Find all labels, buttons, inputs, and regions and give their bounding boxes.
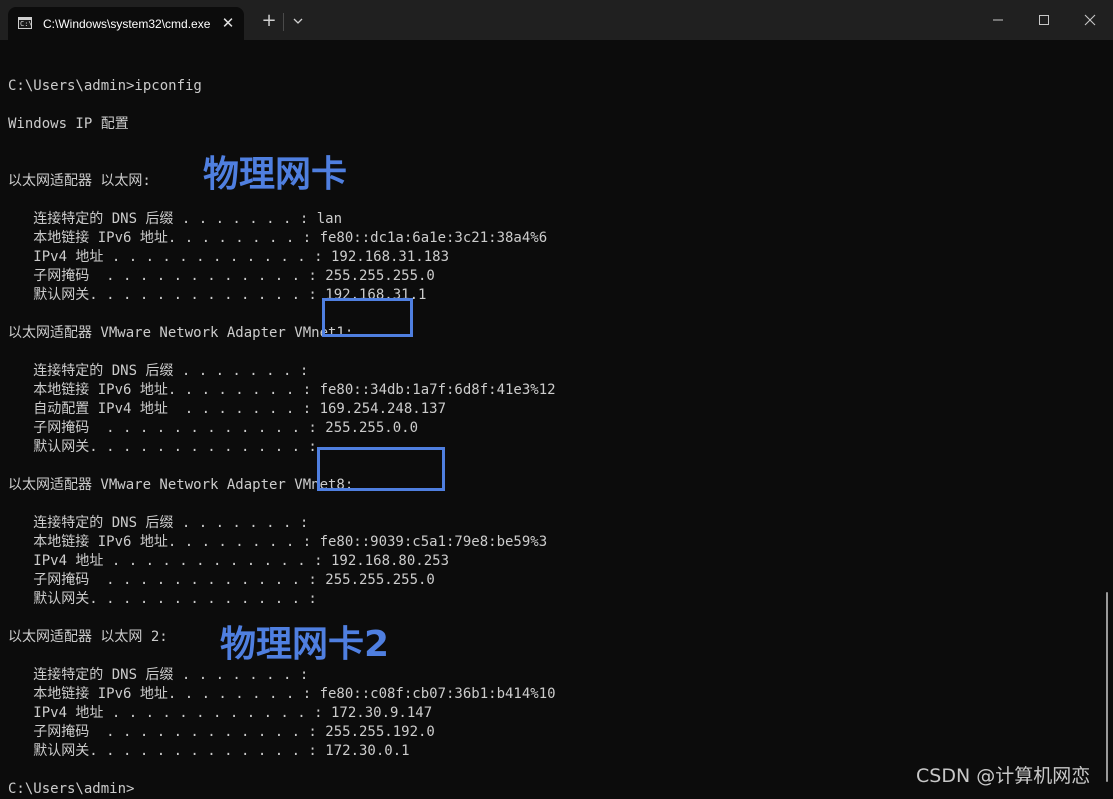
tab-cmd[interactable]: C:\ C:\Windows\system32\cmd.exe ✕ <box>8 7 244 40</box>
terminal-line: IPv4 地址 . . . . . . . . . . . . : 172.30… <box>8 705 433 721</box>
terminal-line: 默认网关. . . . . . . . . . . . . : <box>8 591 317 607</box>
terminal-line: 子网掩码 . . . . . . . . . . . . : 255.255.2… <box>8 572 435 588</box>
terminal-line: 连接特定的 DNS 后缀 . . . . . . . : <box>8 363 309 379</box>
close-window-button[interactable] <box>1072 6 1108 34</box>
minimize-icon <box>993 19 1003 21</box>
tab-dropdown-button[interactable] <box>288 10 308 32</box>
minimize-button[interactable] <box>980 6 1016 34</box>
terminal-line: 以太网适配器 VMware Network Adapter VMnet1: <box>8 325 354 341</box>
scrollbar[interactable] <box>1106 592 1108 782</box>
terminal-line: 子网掩码 . . . . . . . . . . . . : 255.255.0… <box>8 420 419 436</box>
tab-close-button[interactable]: ✕ <box>218 13 238 33</box>
terminal-line: 默认网关. . . . . . . . . . . . . : 172.30.0… <box>8 743 410 759</box>
annotation-box-vmnet8 <box>317 447 445 491</box>
terminal-line: 连接特定的 DNS 后缀 . . . . . . . : <box>8 667 309 683</box>
chevron-down-icon <box>293 18 303 24</box>
terminal-line: 本地链接 IPv6 地址. . . . . . . . : fe80::c08f… <box>8 686 556 702</box>
new-tab-button[interactable]: + <box>258 10 280 32</box>
terminal-line: 连接特定的 DNS 后缀 . . . . . . . : lan <box>8 211 343 227</box>
terminal-line: 自动配置 IPv4 地址 . . . . . . . : 169.254.248… <box>8 401 447 417</box>
annotation-box-vmnet1 <box>322 298 413 337</box>
terminal-line: 本地链接 IPv6 地址. . . . . . . . : fe80::dc1a… <box>8 230 548 246</box>
terminal-line: Windows IP 配置 <box>8 116 129 132</box>
terminal-line: 子网掩码 . . . . . . . . . . . . : 255.255.1… <box>8 724 435 740</box>
terminal-line: 本地链接 IPv6 地址. . . . . . . . : fe80::9039… <box>8 534 548 550</box>
tab-title: C:\Windows\system32\cmd.exe <box>43 17 211 31</box>
watermark: CSDN @计算机网恋 <box>916 765 1091 787</box>
terminal-line: 默认网关. . . . . . . . . . . . . : <box>8 439 317 455</box>
terminal-output[interactable]: C:\Users\admin>ipconfig Windows IP 配置以太网适… <box>8 58 1088 799</box>
terminal-line: 默认网关. . . . . . . . . . . . . : 192.168.… <box>8 287 427 303</box>
terminal-line: C:\Users\admin>ipconfig <box>8 78 202 94</box>
terminal-line: IPv4 地址 . . . . . . . . . . . . : 192.16… <box>8 553 450 569</box>
title-bar: C:\ C:\Windows\system32\cmd.exe ✕ + <box>0 0 1113 40</box>
tab-divider <box>283 13 284 31</box>
terminal-line: 连接特定的 DNS 后缀 . . . . . . . : <box>8 515 309 531</box>
cmd-icon-text: C:\ <box>20 20 33 28</box>
annotation-label-physical-nic-2: 物理网卡2 <box>220 624 390 665</box>
close-icon <box>1084 14 1096 26</box>
maximize-icon <box>1039 15 1049 25</box>
terminal-line: 子网掩码 . . . . . . . . . . . . : 255.255.2… <box>8 268 435 284</box>
terminal-line: 以太网适配器 以太网: <box>8 173 151 189</box>
annotation-label-physical-nic: 物理网卡 <box>203 154 348 195</box>
terminal-line: 以太网适配器 VMware Network Adapter VMnet8: <box>8 477 354 493</box>
terminal-line: 本地链接 IPv6 地址. . . . . . . . : fe80::34db… <box>8 382 556 398</box>
terminal-line: IPv4 地址 . . . . . . . . . . . . : 192.16… <box>8 249 450 265</box>
terminal-line: 以太网适配器 以太网 2: <box>8 629 168 645</box>
maximize-button[interactable] <box>1026 6 1062 34</box>
cmd-icon: C:\ <box>18 17 33 29</box>
